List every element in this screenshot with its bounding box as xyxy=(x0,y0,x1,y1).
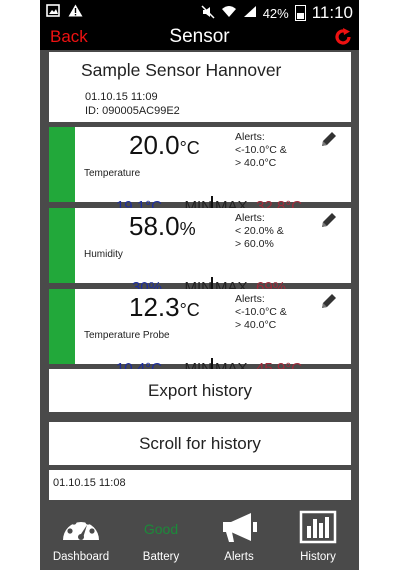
refresh-icon xyxy=(335,28,351,45)
bar-chart-icon xyxy=(299,510,337,544)
alert-thresholds: Alerts: < 20.0% & > 60.0% xyxy=(235,212,284,250)
clock: 11:10 xyxy=(311,3,353,22)
warning-icon xyxy=(68,4,83,22)
nav-alerts[interactable]: Alerts xyxy=(204,505,274,570)
wifi-icon xyxy=(221,5,237,21)
scroll-for-history-button[interactable]: Scroll for history xyxy=(49,422,351,465)
sensor-info-card: Sample Sensor Hannover 01.10.15 11:09 ID… xyxy=(49,52,351,122)
sensor-name: Sample Sensor Hannover xyxy=(81,60,282,80)
alert-thresholds: Alerts: <-10.0°C & > 40.0°C xyxy=(235,131,287,169)
history-timestamp: 01.10.15 11:08 xyxy=(53,477,126,489)
sensor-datetime: 01.10.15 11:09 xyxy=(85,91,158,103)
nav-label: Battery xyxy=(142,551,180,563)
reading-label: Temperature xyxy=(84,168,141,179)
bottom-navigation: Dashboard Good Battery Alerts History xyxy=(40,505,359,570)
battery-icon xyxy=(294,5,306,21)
image-notification-icon xyxy=(46,4,60,22)
nav-label: Dashboard xyxy=(52,551,110,563)
reading-card-humidity[interactable]: 58.0% Humidity Alerts: < 20.0% & > 60.0% 3… xyxy=(49,208,351,296)
edit-pencil-icon[interactable] xyxy=(319,210,339,236)
mute-icon xyxy=(201,4,215,22)
status-indicator xyxy=(49,289,75,364)
nav-dashboard[interactable]: Dashboard xyxy=(46,505,116,570)
sensor-id: ID: 090005AC99E2 xyxy=(85,105,180,117)
reading-label: Temperature Probe xyxy=(84,330,170,341)
history-list-item: 01.10.15 11:08 xyxy=(49,470,351,500)
battery-status: Good xyxy=(143,521,179,537)
nav-history[interactable]: History xyxy=(283,505,353,570)
nav-battery[interactable]: Good Battery xyxy=(126,505,196,570)
edit-pencil-icon[interactable] xyxy=(319,291,339,317)
reading-value: 12.3°C xyxy=(129,292,200,322)
signal-icon xyxy=(243,5,257,21)
reading-card-temperature-probe[interactable]: 12.3°C Temperature Probe Alerts: <-10.0°C… xyxy=(49,289,351,377)
alert-thresholds: Alerts: <-10.0°C & > 40.0°C xyxy=(235,293,287,331)
speedometer-icon xyxy=(63,516,99,540)
battery-percent: 42% xyxy=(262,5,289,21)
page-title: Sensor xyxy=(169,26,230,47)
nav-label: Alerts xyxy=(224,551,254,563)
content-area: Sample Sensor Hannover 01.10.15 11:09 ID… xyxy=(40,50,359,505)
edit-pencil-icon[interactable] xyxy=(319,129,339,155)
reading-value: 58.0% xyxy=(129,211,196,241)
export-history-button[interactable]: Export history xyxy=(49,369,351,412)
status-indicator xyxy=(49,208,75,283)
status-bar: 42% 11:10 xyxy=(40,0,359,24)
app-bar: Back Sensor xyxy=(40,24,359,50)
reading-card-temperature[interactable]: 20.0°C Temperature Alerts: <-10.0°C & > 40… xyxy=(49,127,351,215)
status-indicator xyxy=(49,127,75,202)
nav-label: History xyxy=(300,551,336,563)
reading-label: Humidity xyxy=(84,249,123,260)
megaphone-icon xyxy=(223,513,257,542)
reading-value: 20.0°C xyxy=(129,130,200,160)
phone-screen: 42% 11:10 Back Sensor Sample Sensor Hann… xyxy=(40,0,359,570)
